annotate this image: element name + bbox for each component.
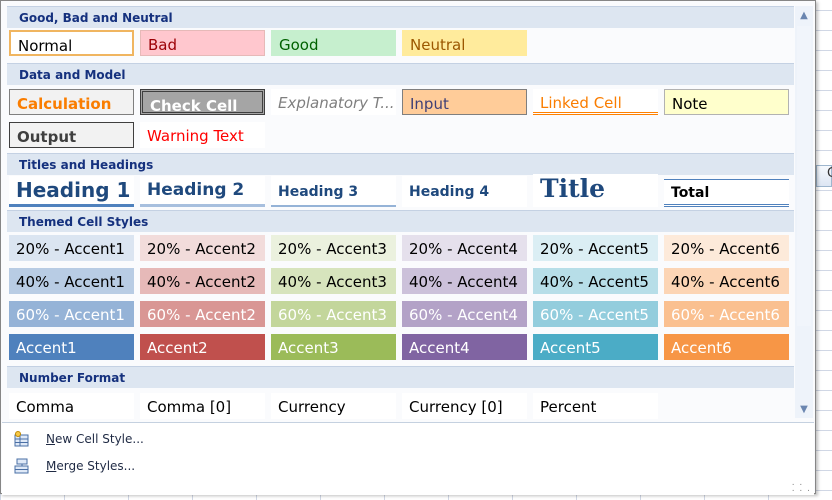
style-total[interactable]: Total [664, 179, 789, 207]
resize-grip-icon[interactable]: . .. . . [792, 479, 811, 494]
section-header-good-bad-neutral: Good, Bad and Neutral [7, 6, 794, 28]
style-20-accent1[interactable]: 20% - Accent1 [9, 235, 134, 261]
style-bad[interactable]: Bad [140, 30, 265, 56]
scroll-up-icon[interactable]: ▲ [795, 6, 813, 24]
style-calculation[interactable]: Calculation [9, 89, 134, 115]
style-40-accent3[interactable]: 40% - Accent3 [271, 268, 396, 294]
gallery-footer-menu: New Cell Style... Merge Styles... . .. .… [2, 422, 814, 495]
merge-styles-icon [14, 458, 30, 474]
style-20-accent5[interactable]: 20% - Accent5 [533, 235, 658, 261]
style-60-accent2[interactable]: 60% - Accent2 [140, 301, 265, 327]
style-60-accent1[interactable]: 60% - Accent1 [9, 301, 134, 327]
style-good[interactable]: Good [271, 30, 396, 56]
section-header-themed-cell-styles: Themed Cell Styles [7, 210, 794, 232]
section-header-number-format: Number Format [7, 366, 794, 388]
style-heading-1[interactable]: Heading 1 [9, 176, 134, 207]
style-currency-0[interactable]: Currency [0] [402, 393, 527, 419]
style-heading-3[interactable]: Heading 3 [271, 176, 396, 207]
style-warning-text[interactable]: Warning Text [140, 122, 265, 148]
style-20-accent3[interactable]: 20% - Accent3 [271, 235, 396, 261]
column-header[interactable]: C [816, 165, 832, 187]
style-20-accent4[interactable]: 20% - Accent4 [402, 235, 527, 261]
style-full-accent5[interactable]: Accent5 [533, 334, 658, 360]
style-title[interactable]: Title [533, 174, 658, 207]
style-heading-4[interactable]: Heading 4 [402, 176, 527, 207]
style-comma[interactable]: Comma [9, 393, 134, 419]
styles-panel: Good, Bad and Neutral Normal Bad Good Ne… [7, 6, 794, 419]
style-20-accent6[interactable]: 20% - Accent6 [664, 235, 789, 261]
style-input[interactable]: Input [402, 89, 527, 115]
section-header-data-model: Data and Model [7, 63, 794, 85]
style-full-accent3[interactable]: Accent3 [271, 334, 396, 360]
style-40-accent2[interactable]: 40% - Accent2 [140, 268, 265, 294]
style-explanatory-text[interactable]: Explanatory T... [271, 89, 396, 115]
style-full-accent6[interactable]: Accent6 [664, 334, 789, 360]
merge-styles-menu-item[interactable]: Merge Styles... [2, 454, 814, 480]
style-output[interactable]: Output [9, 122, 134, 148]
style-60-accent3[interactable]: 60% - Accent3 [271, 301, 396, 327]
style-60-accent5[interactable]: 60% - Accent5 [533, 301, 658, 327]
style-full-accent4[interactable]: Accent4 [402, 334, 527, 360]
style-full-accent1[interactable]: Accent1 [9, 334, 134, 360]
section-header-titles-headings: Titles and Headings [7, 153, 794, 175]
style-40-accent5[interactable]: 40% - Accent5 [533, 268, 658, 294]
style-note[interactable]: Note [664, 89, 789, 115]
style-comma-0[interactable]: Comma [0] [140, 393, 265, 419]
style-heading-2[interactable]: Heading 2 [140, 176, 265, 207]
style-linked-cell[interactable]: Linked Cell [533, 89, 658, 115]
scroll-thumb[interactable] [797, 26, 811, 326]
style-60-accent6[interactable]: 60% - Accent6 [664, 301, 789, 327]
style-60-accent4[interactable]: 60% - Accent4 [402, 301, 527, 327]
cell-styles-gallery: Good, Bad and Neutral Normal Bad Good Ne… [0, 0, 816, 495]
gallery-scrollbar[interactable]: ▲ ▼ [795, 6, 813, 418]
style-currency[interactable]: Currency [271, 393, 396, 419]
merge-styles-label: Merge Styles... [46, 459, 136, 473]
style-full-accent2[interactable]: Accent2 [140, 334, 265, 360]
new-cell-style-icon [14, 431, 30, 447]
new-cell-style-label: New Cell Style... [46, 432, 144, 446]
style-normal[interactable]: Normal [9, 30, 134, 56]
style-40-accent6[interactable]: 40% - Accent6 [664, 268, 789, 294]
style-40-accent1[interactable]: 40% - Accent1 [9, 268, 134, 294]
scroll-down-icon[interactable]: ▼ [795, 400, 813, 418]
style-40-accent4[interactable]: 40% - Accent4 [402, 268, 527, 294]
new-cell-style-menu-item[interactable]: New Cell Style... [2, 427, 814, 453]
style-check-cell[interactable]: Check Cell [140, 89, 265, 115]
style-neutral[interactable]: Neutral [402, 30, 527, 56]
style-20-accent2[interactable]: 20% - Accent2 [140, 235, 265, 261]
style-percent[interactable]: Percent [533, 393, 658, 419]
